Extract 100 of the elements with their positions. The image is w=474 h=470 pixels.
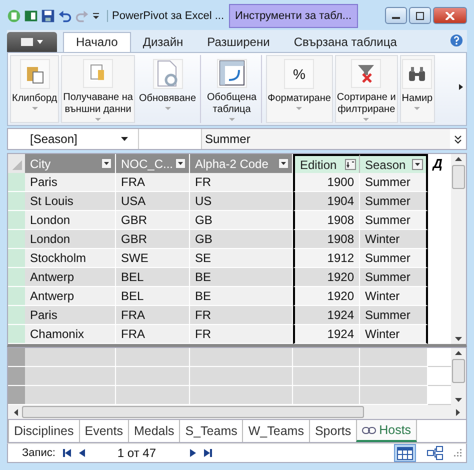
table-cell: BE (190, 268, 293, 288)
table-cell: St Louis (25, 192, 116, 212)
table-cell: 1924 (293, 306, 360, 326)
document-icon (90, 64, 106, 82)
column-header[interactable]: Edition (293, 154, 360, 174)
first-record-icon[interactable] (63, 449, 72, 458)
ribbon-tab[interactable]: Дизайн (130, 32, 196, 52)
table-cell: BEL (116, 268, 190, 288)
table-cell: FR (190, 306, 293, 326)
resize-grip-icon[interactable] (454, 449, 462, 458)
previous-record-icon[interactable] (79, 449, 86, 458)
ribbon-tab[interactable]: Разширени (195, 32, 282, 52)
sheet-tab[interactable]: Events (78, 420, 128, 442)
ribbon-button[interactable]: Сортиране и филтриране (334, 54, 398, 124)
vertical-scrollbar[interactable] (451, 348, 466, 406)
ribbon-button[interactable]: Обобщена таблица (205, 54, 259, 124)
table-cell: US (190, 192, 293, 212)
table-cell: London (25, 230, 116, 250)
scroll-up-icon[interactable] (455, 157, 462, 162)
vertical-scrollbar[interactable] (451, 154, 466, 344)
horizontal-scrollbar[interactable] (7, 405, 467, 420)
table-cell: Summer (360, 192, 428, 212)
ribbon-button[interactable]: Получаване на външни данни (61, 54, 135, 124)
sheet-tab[interactable]: S_Teams (179, 420, 242, 442)
scroll-thumb[interactable] (452, 165, 465, 190)
sort-icon[interactable] (345, 159, 356, 170)
menu-icon (19, 36, 45, 47)
table-cell: Winter (360, 325, 428, 344)
caret-icon (414, 106, 420, 111)
table-cell: USA (116, 192, 190, 212)
table-cell: Antwerp (25, 268, 116, 288)
scroll-right-icon[interactable] (456, 408, 460, 416)
next-record-icon[interactable] (190, 449, 196, 458)
scroll-right-icon[interactable] (459, 84, 463, 90)
table-cell: FR (190, 173, 293, 192)
table-cell: Chamonix (25, 325, 116, 344)
record-position: 1 от 47 (117, 446, 156, 460)
clear-filter-icon (356, 63, 376, 84)
table-cell: Stockholm (25, 249, 116, 268)
table-cell: Summer (360, 249, 428, 268)
scroll-down-icon[interactable] (455, 337, 462, 342)
customize-dropdown-icon[interactable] (92, 10, 100, 21)
contextual-tab-title: Инструменти за табл... (229, 4, 358, 28)
percent-sign: % (293, 66, 306, 82)
ribbon-tab[interactable]: Свързана таблица (282, 32, 409, 52)
last-record-icon[interactable] (204, 449, 212, 458)
table-cell: Winter (360, 230, 428, 250)
sheet-tab[interactable]: Medals (128, 420, 180, 442)
scroll-thumb[interactable] (452, 359, 465, 384)
sheet-tab[interactable]: Disciplines (8, 420, 79, 442)
table-cell: GBR (116, 230, 190, 250)
table-cell: GB (190, 230, 293, 250)
table-cell: 1904 (293, 192, 360, 212)
pivot-table-icon (218, 60, 245, 86)
filter-dropdown-icon[interactable] (175, 158, 186, 170)
sheet-tab[interactable]: W_Teams (242, 420, 309, 442)
table-cell: SWE (116, 249, 190, 268)
table-cell: FRA (116, 173, 190, 192)
ribbon-tab[interactable]: Начало (63, 32, 131, 52)
filter-dropdown-icon[interactable] (412, 159, 423, 170)
scroll-down-icon[interactable] (455, 398, 462, 402)
table-cell: 1912 (293, 249, 360, 268)
table-cell: Summer (360, 268, 428, 288)
table-cell: SE (190, 249, 293, 268)
scroll-thumb[interactable] (22, 406, 364, 418)
scroll-up-icon[interactable] (455, 351, 462, 356)
save-icon[interactable] (41, 8, 55, 23)
table-cell: 1920 (293, 268, 360, 288)
caret-icon (32, 106, 38, 111)
ribbon-button[interactable]: Клипборд (10, 54, 60, 124)
ribbon-button[interactable]: Намир (400, 54, 435, 124)
table-cell: Antwerp (25, 287, 116, 306)
close-icon (445, 12, 455, 20)
table-cell: FR (190, 325, 293, 344)
table-cell: 1900 (293, 173, 360, 192)
grid-view-button[interactable] (394, 444, 416, 462)
close-button[interactable] (433, 7, 467, 24)
sheet-tab[interactable]: Hosts (356, 420, 418, 442)
help-icon[interactable] (450, 34, 463, 47)
table-cell: FRA (116, 306, 190, 326)
excel-icon[interactable] (24, 8, 38, 23)
filter-dropdown-icon[interactable] (101, 158, 112, 170)
column-header[interactable]: Season (360, 154, 428, 174)
scroll-left-icon[interactable] (14, 408, 18, 416)
diagram-view-button[interactable] (424, 444, 446, 462)
table-cell: 1908 (293, 211, 360, 230)
table-cell: 1920 (293, 287, 360, 306)
ribbon-button[interactable]: Обновяване (136, 54, 198, 124)
row-header[interactable] (8, 325, 25, 344)
table-cell: Winter (360, 287, 428, 306)
ribbon-button[interactable]: % Форматиране (266, 54, 333, 124)
caret-icon (228, 118, 235, 122)
minimize-button[interactable] (385, 7, 407, 24)
table-cell: GBR (116, 211, 190, 230)
undo-icon[interactable] (58, 8, 72, 23)
maximize-button[interactable] (409, 7, 431, 24)
filter-dropdown-icon[interactable] (278, 158, 289, 170)
table-cell: FRA (116, 325, 190, 344)
file-menu-button[interactable] (7, 32, 57, 52)
table-cell: BEL (116, 287, 190, 306)
